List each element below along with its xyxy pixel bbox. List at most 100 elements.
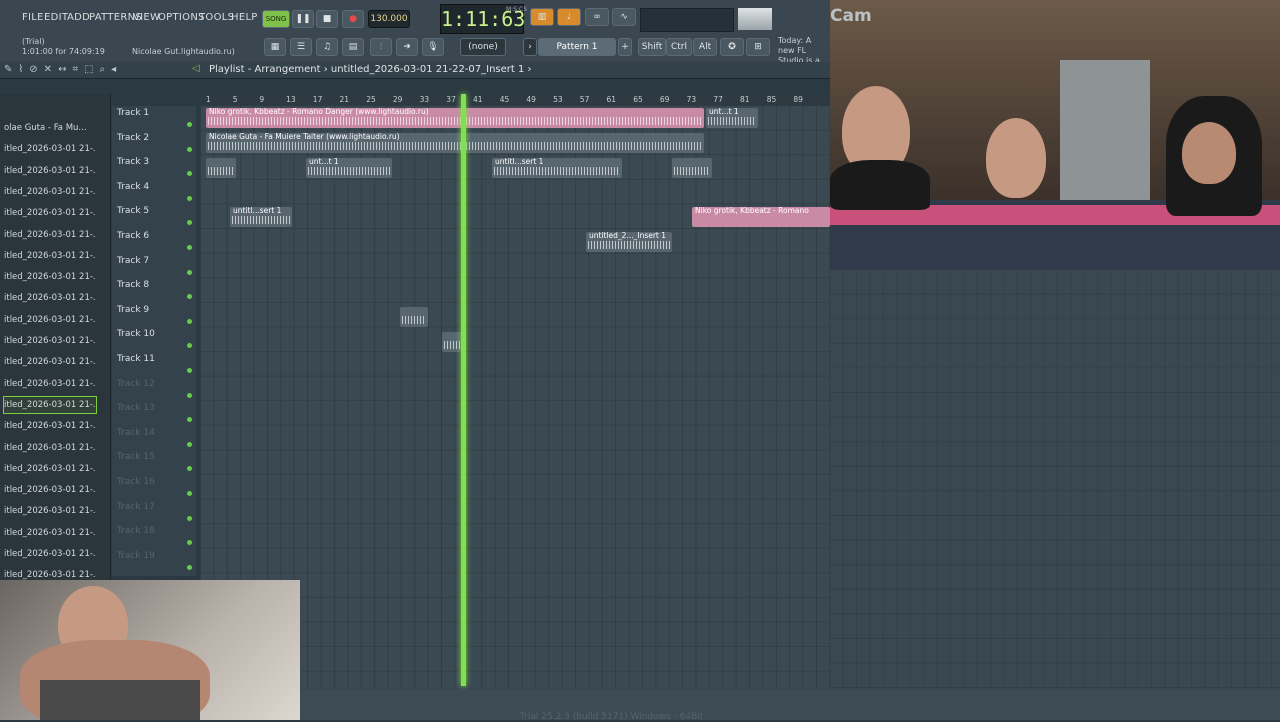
loop-record-button[interactable]: ∞ [585, 8, 609, 26]
track-mute-led[interactable] [187, 441, 192, 447]
menu-file[interactable]: FILE [22, 12, 44, 23]
track-mute-led[interactable] [187, 540, 192, 546]
track-name[interactable]: Track 18 [117, 526, 155, 536]
browser-item[interactable]: itled_2026-03-01 21-... [4, 546, 96, 562]
track-name[interactable]: Track 19 [117, 551, 155, 561]
audio-clip[interactable]: Niko grotik, Kbbeatz - Romano Danger (ww… [206, 108, 704, 128]
track-mute-led[interactable] [187, 564, 192, 570]
browser-item[interactable]: itled_2026-03-01 21-... [3, 395, 97, 414]
channel-rack-button[interactable]: ▦ [264, 38, 286, 56]
record-button[interactable]: ● [342, 10, 364, 28]
playlist-button[interactable]: ☰ [290, 38, 312, 56]
ctrl-key-button[interactable]: Ctrl [666, 38, 692, 56]
track-mute-led[interactable] [187, 122, 192, 127]
audio-clip[interactable]: untitl...sert 1 [230, 207, 292, 227]
recording-button[interactable]: 🎙 [422, 38, 444, 56]
track-mute-led[interactable] [187, 269, 192, 275]
zoom-icon[interactable]: ⌕ [100, 64, 112, 75]
brush-icon[interactable]: ⌇ [18, 64, 29, 75]
track-mute-led[interactable] [187, 368, 192, 373]
browser-item[interactable]: itled_2026-03-01 21-... [4, 440, 96, 456]
menu-edit[interactable]: EDIT [44, 12, 68, 23]
pencil-icon[interactable]: ✎ [4, 64, 18, 75]
track-mute-led[interactable] [187, 195, 192, 201]
browser-item[interactable]: itled_2026-03-01 21-... [4, 163, 96, 179]
audio-clip[interactable]: unt...t 1 [306, 158, 392, 178]
delete-icon[interactable]: ⊘ [29, 64, 43, 75]
playhead[interactable] [461, 94, 466, 686]
menu-help[interactable]: HELP [231, 12, 258, 23]
browser-item[interactable]: itled_2026-03-01 21-... [4, 461, 96, 477]
audio-clip[interactable] [672, 158, 712, 178]
browser-item[interactable]: itled_2026-03-01 21-... [4, 248, 96, 264]
track-name[interactable]: Track 11 [117, 354, 155, 364]
track-name[interactable]: Track 8 [117, 280, 149, 290]
tempo-display[interactable]: 130.000 [368, 10, 410, 28]
browser-item[interactable]: itled_2026-03-01 21-... [4, 418, 96, 434]
track-name[interactable]: Track 9 [117, 305, 149, 315]
pattern-prev-button[interactable]: › [523, 38, 537, 56]
mixer-button[interactable]: ⫶ [370, 38, 392, 56]
browser-item[interactable]: itled_2026-03-01 21-... [4, 269, 96, 285]
song-mode-button[interactable]: SONG [262, 10, 290, 28]
plugin-button[interactable]: ✪ [720, 38, 744, 56]
track-name[interactable]: Track 12 [117, 379, 155, 389]
browser-item[interactable]: itled_2026-03-01 21-... [4, 482, 96, 498]
audio-clip[interactable]: Niko grotik, Kbbeatz - Romano [692, 207, 830, 227]
track-mute-led[interactable] [187, 491, 192, 496]
browser-item[interactable]: itled_2026-03-01 21-... [4, 184, 96, 200]
track-name[interactable]: Track 5 [117, 206, 149, 216]
alt-key-button[interactable]: Alt [693, 38, 717, 56]
arrow-left-icon[interactable]: ◁ [192, 63, 200, 74]
export-button[interactable]: ➜ [396, 38, 418, 56]
browser-item[interactable]: itled_2026-03-01 21-... [4, 227, 96, 243]
shift-key-button[interactable]: Shift [638, 38, 666, 56]
track-name[interactable]: Track 3 [117, 157, 149, 167]
track-name[interactable]: Track 13 [117, 403, 155, 413]
audio-clip[interactable] [400, 307, 428, 327]
track-name[interactable]: Track 15 [117, 452, 155, 462]
audio-clip[interactable] [442, 332, 462, 352]
browser-item[interactable]: itled_2026-03-01 21-... [4, 503, 96, 519]
browser-item[interactable]: itled_2026-03-01 21-... [4, 290, 96, 306]
menu-add[interactable]: ADD [67, 12, 90, 23]
browser-item[interactable]: olae Guta - Fa Mu... [4, 120, 96, 136]
track-name[interactable]: Track 6 [117, 231, 149, 241]
speaker-icon[interactable]: ◂ [111, 64, 122, 75]
menu-view[interactable]: VIEW [133, 12, 160, 23]
piano-roll-button[interactable]: ♫ [316, 38, 338, 56]
menu-tools[interactable]: TOOLS [199, 12, 234, 23]
track-mute-led[interactable] [187, 146, 192, 152]
slip-icon[interactable]: ↔ [58, 64, 72, 75]
track-mute-led[interactable] [187, 515, 192, 521]
track-mute-led[interactable] [187, 220, 192, 226]
master-volume[interactable] [738, 8, 772, 30]
browser-item[interactable]: itled_2026-03-01 21-... [4, 354, 96, 370]
audio-clip[interactable]: Nicolae Guta - Fa Muiere Taiter (www.lig… [206, 133, 704, 153]
browser-item[interactable]: itled_2026-03-01 21-... [4, 525, 96, 541]
slice-icon[interactable]: ⌗ [72, 64, 84, 75]
browser-item[interactable]: itled_2026-03-01 21-... [4, 312, 96, 328]
select-icon[interactable]: ⬚ [84, 64, 99, 75]
track-mute-led[interactable] [187, 466, 192, 472]
track-mute-led[interactable] [187, 171, 192, 177]
shop-button[interactable]: ⊞ [746, 38, 770, 56]
track-name[interactable]: Track 4 [117, 182, 149, 192]
track-name[interactable]: Track 14 [117, 428, 155, 438]
countdown-button[interactable]: ♩ [557, 8, 581, 26]
mute-icon[interactable]: ✕ [44, 64, 58, 75]
track-mute-led[interactable] [187, 392, 192, 398]
track-mute-led[interactable] [187, 417, 192, 423]
browser-button[interactable]: ▤ [342, 38, 364, 56]
add-pattern-button[interactable]: + [618, 38, 632, 56]
audio-clip[interactable]: untitl...sert 1 [492, 158, 622, 178]
track-mute-led[interactable] [187, 294, 192, 300]
pattern-selector[interactable]: Pattern 1 [538, 38, 616, 56]
stop-button[interactable]: ■ [316, 10, 338, 28]
track-mute-led[interactable] [187, 245, 192, 250]
audio-clip[interactable]: untitled_2..._Insert 1 [586, 232, 672, 252]
step-edit-button[interactable]: ∿ [612, 8, 636, 26]
typing-keyboard-button[interactable]: ▥ [530, 8, 554, 26]
track-name[interactable]: Track 10 [117, 329, 155, 339]
track-mute-led[interactable] [187, 318, 192, 324]
